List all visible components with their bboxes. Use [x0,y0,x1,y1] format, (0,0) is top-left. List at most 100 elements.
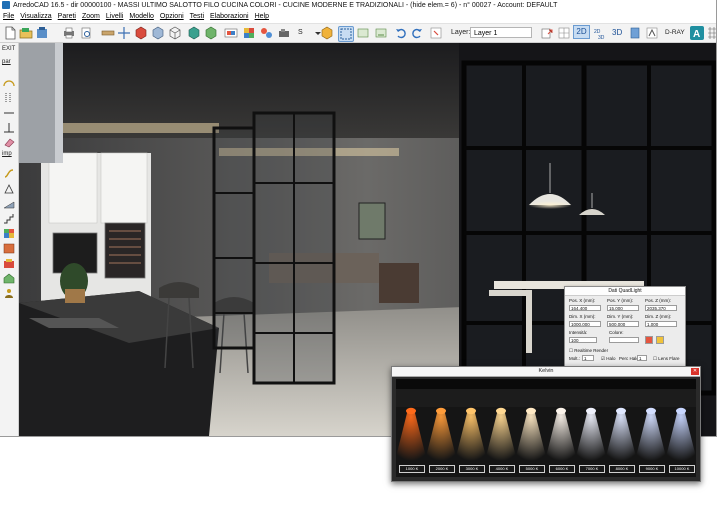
light-source-5000k [526,407,536,415]
light-source-4000k [496,407,506,415]
redo-icon[interactable] [410,26,424,40]
cube-wire-icon[interactable] [168,26,182,40]
box-add-icon[interactable] [320,26,334,40]
menu-pareti[interactable]: Pareti [55,11,79,23]
menu-modello[interactable]: Modello [126,11,157,23]
copy-tool-icon[interactable] [374,26,388,40]
menu-opzioni[interactable]: Opzioni [157,11,187,23]
export-icon[interactable] [540,26,554,40]
view-2d-button[interactable]: 2D [573,25,590,39]
light-beam-10000k [665,409,696,461]
print-icon[interactable] [62,26,76,40]
tiles-tool-icon[interactable] [3,226,15,238]
light-beam-8000k [605,409,637,461]
print-preview-icon[interactable] [79,26,93,40]
eraser-icon[interactable] [3,135,15,148]
lens-flare-checkbox[interactable]: ☐ Lens Flare [653,356,680,362]
dim-y-input[interactable]: 500.000 [607,321,639,327]
perpendicular-icon[interactable] [3,120,15,133]
menu-zoom[interactable]: Zoom [79,11,103,23]
slope-tool-icon[interactable] [3,196,15,209]
light-beam-2000k [425,409,457,461]
kelvin-label: 10000 K [669,465,695,473]
dim-z-label: Dim. Z (mm): [645,314,672,319]
cube-teal-icon[interactable] [187,26,201,40]
open-folder-icon[interactable] [19,26,33,40]
menu-testi[interactable]: Testi [187,11,207,23]
s-toggle-label[interactable]: S [298,27,303,39]
undo-icon[interactable] [394,26,408,40]
menu-visualizza[interactable]: Visualizza [17,11,54,23]
arc-tool-icon[interactable] [3,75,15,87]
light-beam-7000k [575,409,607,461]
view-2d3d-icon[interactable]: 2D 3D [593,26,607,40]
par-button[interactable]: par [2,59,11,65]
perc-halo-input[interactable]: 1 [637,355,647,361]
library-icon[interactable] [35,26,49,40]
render-quality-icon[interactable] [645,26,659,40]
pos-x-label: Pos. X (mm): [569,298,596,303]
light-beam-9000k [635,409,667,461]
imp-button[interactable]: imp [2,151,12,157]
realtime-checkbox[interactable]: ☐ Realtime Render [569,348,608,354]
move-tool-icon[interactable] [356,26,370,40]
realtime-label: Realtime Render [574,348,609,353]
line-tool-icon[interactable] [3,105,15,116]
left-toolbar: EXIT par imp [0,43,19,436]
dray-button[interactable]: D-RAY [665,27,685,39]
furniture-tool-icon[interactable] [3,256,15,268]
color-swatch[interactable] [609,337,639,343]
dim-x-input[interactable]: 1000.000 [569,321,601,327]
layer-select[interactable]: Layer 1 [470,27,532,38]
close-icon[interactable]: ✕ [691,368,699,375]
pos-y-input[interactable]: 15.000 [607,305,639,311]
refresh-icon[interactable] [429,26,443,40]
quadlight-panel: Dati QuadLight Pos. X (mm): Pos. Y (mm):… [564,286,686,368]
menu-elaborazioni[interactable]: Elaborazioni [207,11,252,23]
new-file-icon[interactable] [3,26,17,40]
select-tool-icon[interactable] [338,26,354,42]
light-beam-3000k [455,409,487,461]
svg-text:A: A [693,29,700,40]
materials-icon[interactable] [242,26,256,40]
color-picker-icon[interactable] [645,336,653,344]
stairs-tool-icon[interactable] [3,211,15,224]
light-source-8000k [616,407,626,415]
cube-green-icon[interactable] [204,26,218,40]
render-icon[interactable] [224,26,238,40]
wall-tool-icon[interactable] [101,26,115,40]
cube-red-icon[interactable] [134,26,148,40]
svg-text:3D: 3D [598,35,605,40]
pos-x-input[interactable]: 164.400 [569,305,601,311]
grid-menu-icon[interactable] [557,26,571,40]
home-tool-icon[interactable] [3,271,15,284]
kelvin-label: 9000 K [639,465,665,473]
perspective-icon[interactable] [628,26,642,40]
text-tool-icon[interactable]: A [690,26,704,40]
menu-file[interactable]: File [0,11,17,23]
wall-pattern-icon[interactable] [3,241,15,254]
light-beam-4000k [485,409,517,461]
more-grid-icon[interactable] [705,26,716,40]
camera-tool-icon[interactable] [277,26,291,40]
halo-checkbox[interactable]: ☑ Halo [601,356,616,362]
pos-z-input[interactable]: 2035.370 [645,305,677,311]
pipe-tool-icon[interactable] [3,166,15,178]
intensity-input[interactable]: 100 [569,337,597,343]
angle-tool-icon[interactable] [3,181,15,194]
exit-button[interactable]: EXIT [2,46,15,52]
light-beam-5000k [515,409,547,461]
molt-input[interactable]: 1 [582,355,594,361]
measure-tool-icon[interactable] [117,26,131,40]
cube-view-icon[interactable] [151,26,165,40]
view-3d-button[interactable]: 3D [612,27,622,39]
menu-bar: File Visualizza Pareti Zoom Livelli Modello Op… [0,11,716,24]
menu-livelli[interactable]: Livelli [103,11,127,23]
person-tool-icon[interactable] [3,286,15,298]
light-preview-icon[interactable] [656,336,664,344]
kelvin-title: Kelvin [392,367,700,377]
menu-help[interactable]: Help [252,11,272,23]
light-tool-icon[interactable] [259,26,273,40]
dim-z-input[interactable]: 1.000 [645,321,677,327]
dots-tool-icon[interactable] [3,90,15,102]
